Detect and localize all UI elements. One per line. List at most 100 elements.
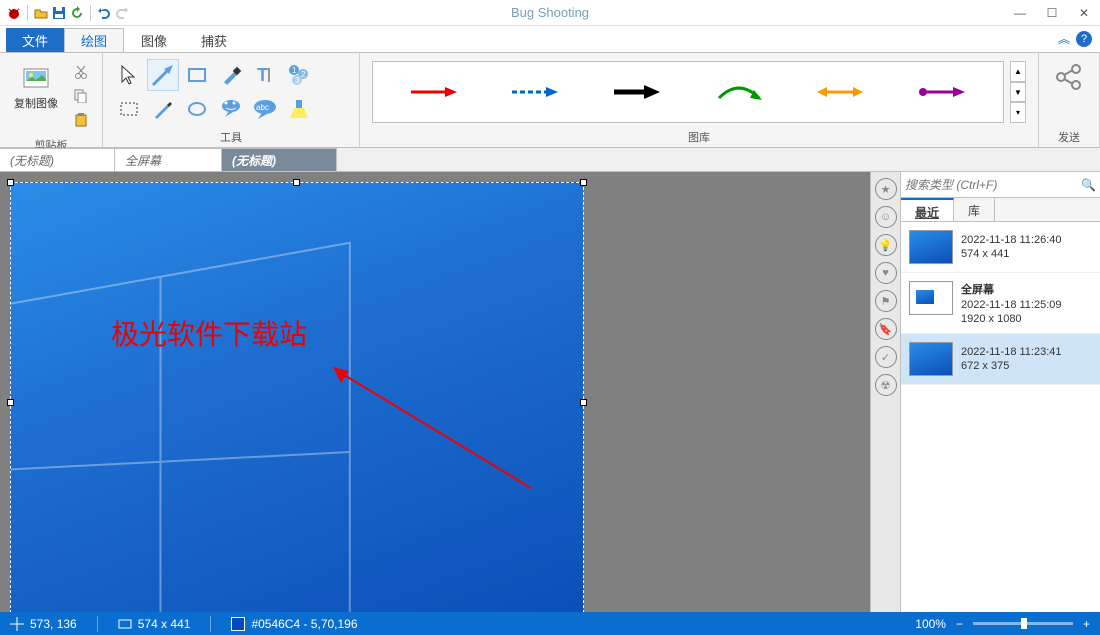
svg-text:T: T (257, 65, 268, 85)
doctab-0[interactable]: (无标题) (0, 148, 115, 171)
captured-image[interactable]: 极光软件下载站 (10, 182, 584, 612)
doctab-1[interactable]: 全屏幕 (115, 148, 222, 171)
history-size: 574 x 441 (961, 248, 1062, 260)
status-cursor: 573, 136 (10, 617, 77, 631)
tool-highlighter[interactable] (215, 59, 247, 91)
menubar: 文件 绘图 图像 捕获 ︽ ? (0, 26, 1100, 52)
heart-icon[interactable]: ♥ (875, 262, 897, 284)
window-title: Bug Shooting (511, 5, 589, 20)
open-icon[interactable] (33, 5, 49, 21)
zoom-value: 100% (915, 617, 946, 631)
tool-spotlight[interactable] (283, 93, 315, 125)
status-color: #0546C4 - 5,70,196 (231, 617, 357, 631)
collapse-ribbon-icon[interactable]: ︽ (1058, 30, 1070, 47)
arrow-purple-dot[interactable] (917, 82, 967, 102)
radiation-icon[interactable]: ☢ (875, 374, 897, 396)
tool-arrow[interactable] (147, 59, 179, 91)
smile-icon[interactable]: ☺ (875, 206, 897, 228)
side-toolbar: ★ ☺ 💡 ♥ ⚑ 🔖 ✓ ☢ (870, 172, 900, 612)
tab-draw[interactable]: 绘图 (64, 28, 124, 52)
separator (27, 5, 28, 21)
arrow-orange-double[interactable] (815, 82, 865, 102)
tool-marquee[interactable] (113, 93, 145, 125)
resize-handle[interactable] (580, 179, 587, 186)
bookmark-icon[interactable]: 🔖 (875, 318, 897, 340)
tool-pen[interactable] (147, 93, 179, 125)
right-panel: 🔍 最近 库 2022-11-18 11:26:40 574 x 441 全屏幕… (900, 172, 1100, 612)
copy-image-button[interactable]: 复制图像 (8, 57, 64, 115)
maximize-button[interactable]: ☐ (1042, 3, 1062, 23)
tool-callout[interactable] (215, 93, 247, 125)
star-icon[interactable]: ★ (875, 178, 897, 200)
history-size: 1920 x 1080 (961, 313, 1062, 325)
history-time: 2022-11-18 11:23:41 (961, 346, 1062, 358)
tool-text[interactable]: T (249, 59, 281, 91)
search-input[interactable] (905, 178, 1081, 192)
tool-numbering[interactable]: 123 (283, 59, 315, 91)
zoom-slider[interactable] (973, 622, 1073, 625)
copy-icon[interactable] (72, 87, 90, 105)
close-button[interactable]: ✕ (1074, 3, 1094, 23)
tool-abc[interactable]: abc (249, 93, 281, 125)
ribbon-group-tools: T 123 abc 工具 (103, 53, 360, 147)
minimize-button[interactable]: — (1010, 3, 1030, 23)
history-title: 全屏幕 (961, 281, 1062, 297)
gallery-up[interactable]: ▲ (1010, 61, 1026, 82)
resize-handle[interactable] (7, 179, 14, 186)
svg-text:2: 2 (301, 70, 306, 79)
arrow-green-curved[interactable] (714, 82, 764, 102)
help-icon[interactable]: ? (1076, 31, 1092, 47)
resize-handle[interactable] (7, 399, 14, 406)
arrow-red-solid[interactable] (409, 82, 459, 102)
tool-rect[interactable] (181, 59, 213, 91)
check-icon[interactable]: ✓ (875, 346, 897, 368)
svg-text:3: 3 (295, 76, 300, 85)
bug-icon[interactable] (6, 5, 22, 21)
arrow-black-solid[interactable] (612, 82, 662, 102)
tab-image[interactable]: 图像 (124, 28, 184, 52)
annotation-arrow[interactable] (331, 363, 551, 503)
file-menu[interactable]: 文件 (6, 28, 64, 52)
send-button[interactable] (1047, 57, 1091, 97)
history-item[interactable]: 全屏幕 2022-11-18 11:25:09 1920 x 1080 (901, 273, 1100, 334)
flag-icon[interactable]: ⚑ (875, 290, 897, 312)
thumbnail (909, 281, 953, 315)
search-icon[interactable]: 🔍 (1081, 178, 1096, 192)
history-size: 672 x 375 (961, 360, 1062, 372)
tool-ellipse[interactable] (181, 93, 213, 125)
panel-tab-recent[interactable]: 最近 (901, 198, 954, 221)
refresh-icon[interactable] (69, 5, 85, 21)
quick-access-toolbar (0, 5, 136, 21)
svg-text:abc: abc (256, 103, 269, 112)
arrow-gallery[interactable] (372, 61, 1004, 123)
bulb-icon[interactable]: 💡 (875, 234, 897, 256)
gallery-down[interactable]: ▼ (1010, 82, 1026, 103)
undo-icon[interactable] (96, 5, 112, 21)
tab-capture[interactable]: 捕获 (184, 28, 244, 52)
redo-icon[interactable] (114, 5, 130, 21)
titlebar: Bug Shooting — ☐ ✕ (0, 0, 1100, 26)
zoom-in-button[interactable]: + (1083, 617, 1090, 631)
history-item[interactable]: 2022-11-18 11:26:40 574 x 441 (901, 222, 1100, 273)
status-dimensions: 574 x 441 (118, 617, 191, 631)
arrow-blue-dashed[interactable] (510, 82, 560, 102)
zoom-out-button[interactable]: − (956, 617, 963, 631)
ribbon: 复制图像 剪贴板 T 123 abc (0, 52, 1100, 148)
doctab-2[interactable]: (无标题) (222, 148, 337, 171)
tool-color[interactable] (317, 59, 349, 91)
resize-handle[interactable] (580, 399, 587, 406)
ribbon-group-clipboard: 复制图像 剪贴板 (0, 53, 103, 147)
save-icon[interactable] (51, 5, 67, 21)
paste-icon[interactable] (72, 111, 90, 129)
panel-tab-library[interactable]: 库 (954, 198, 995, 221)
resize-handle[interactable] (293, 179, 300, 186)
cut-icon[interactable] (72, 63, 90, 81)
main-area: 极光软件下载站 ★ ☺ 💡 ♥ ⚑ 🔖 ✓ ☢ 🔍 最近 库 2022-11-1… (0, 172, 1100, 612)
gallery-more[interactable]: ▾ (1010, 102, 1026, 123)
menubar-right: ︽ ? (1058, 30, 1092, 47)
history-item[interactable]: 2022-11-18 11:23:41 672 x 375 (901, 334, 1100, 385)
annotation-text[interactable]: 极光软件下载站 (111, 313, 307, 353)
gallery-scroll-buttons: ▲ ▼ ▾ (1010, 61, 1026, 123)
tool-cursor[interactable] (113, 59, 145, 91)
canvas[interactable]: 极光软件下载站 (0, 172, 870, 612)
